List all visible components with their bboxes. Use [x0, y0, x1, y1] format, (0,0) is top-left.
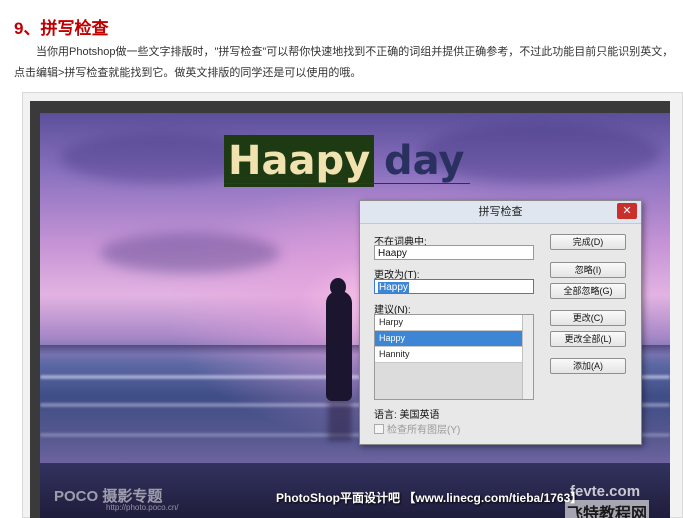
ignore-all-button[interactable]: 全部忽略(G): [550, 283, 626, 299]
person-reflection: [328, 401, 352, 441]
dialog-title: 拼写检查: [360, 201, 641, 224]
suggestion-item-hannity[interactable]: Hannity: [375, 347, 533, 363]
misspelled-word-highlight[interactable]: Haapy: [224, 135, 375, 187]
change-button[interactable]: 更改(C): [550, 310, 626, 326]
ignore-button[interactable]: 忽略(I): [550, 262, 626, 278]
poco-watermark-url: http://photo.poco.cn/: [106, 503, 179, 512]
check-all-layers-checkbox[interactable]: 检查所有图层(Y): [374, 421, 460, 436]
center-watermark: PhotoShop平面设计吧 【www.linecg.com/tieba/176…: [276, 491, 583, 505]
section-heading: 9、拼写检查: [14, 19, 109, 38]
brand-watermark: 飞特教程网: [565, 500, 650, 518]
check-all-layers-label: 检查所有图层(Y): [387, 425, 461, 436]
checkbox-icon: [374, 424, 384, 434]
person-silhouette: [326, 291, 352, 401]
article-paragraph: 当你用Photshop做一些文字排版时，"拼写检查"可以帮你快速地找到不正确的词…: [14, 46, 674, 79]
cloud: [100, 233, 280, 273]
spell-check-dialog: 拼写检查 ✕ 不在词典中: Haapy 更改为(T): Happy 建议(N):…: [359, 200, 642, 445]
corner-watermark: fevte.com: [570, 483, 641, 500]
canvas-text-day[interactable]: day: [384, 135, 464, 187]
language-label: 语言: 美国英语: [374, 410, 440, 421]
suggestions-list[interactable]: Harpy Happy Hannity: [374, 314, 534, 400]
text-baseline: [224, 183, 470, 184]
done-button[interactable]: 完成(D): [550, 234, 626, 250]
suggestion-item-harpy[interactable]: Harpy: [375, 315, 533, 331]
change-all-button[interactable]: 更改全部(L): [550, 331, 626, 347]
not-in-dictionary-field: Haapy: [374, 245, 534, 260]
suggestion-item-happy[interactable]: Happy: [375, 331, 533, 347]
add-button[interactable]: 添加(A): [550, 358, 626, 374]
close-icon[interactable]: ✕: [617, 203, 637, 219]
change-to-input[interactable]: Happy: [374, 279, 534, 294]
change-to-value: Happy: [378, 282, 409, 293]
suggestions-scrollbar[interactable]: [522, 315, 533, 399]
